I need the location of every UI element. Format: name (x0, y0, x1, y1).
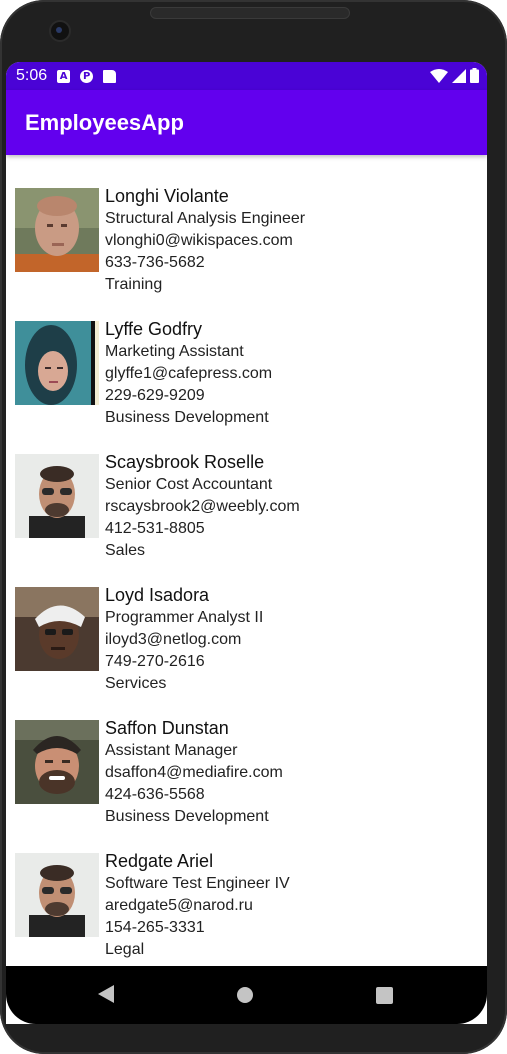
employee-name: Redgate Ariel (105, 853, 214, 871)
employee-avatar (15, 188, 99, 272)
list-item-employee[interactable]: Loyd Isadora Programmer Analyst II iloyd… (6, 587, 487, 697)
list-item-employee[interactable]: Redgate Ariel Software Test Engineer IV … (6, 853, 487, 963)
employee-department: Business Development (105, 808, 269, 825)
employee-avatar (15, 853, 99, 937)
employee-phone: 749-270-2616 (105, 653, 205, 670)
employee-info: Loyd Isadora Programmer Analyst II iloyd… (105, 587, 475, 695)
employee-department: Legal (105, 941, 145, 958)
app-title: EmployeesApp (25, 109, 184, 135)
employee-department: Sales (105, 542, 146, 559)
employee-avatar (15, 454, 99, 538)
wifi-icon (430, 68, 448, 83)
employee-info: Lyffe Godfry Marketing Assistant glyffe1… (105, 321, 475, 429)
employee-name: Lyffe Godfry (105, 321, 203, 339)
employee-list[interactable]: Longhi Violante Structural Analysis Engi… (6, 155, 487, 967)
employee-email: iloyd3@netlog.com (105, 631, 242, 648)
employee-info: Saffon Dunstan Assistant Manager dsaffon… (105, 720, 475, 828)
employee-department: Services (105, 675, 167, 692)
sd-card-icon (103, 69, 117, 83)
employee-info: Longhi Violante Structural Analysis Engi… (105, 188, 475, 296)
employee-email: rscaysbrook2@weebly.com (105, 498, 300, 515)
signal-icon (452, 68, 466, 83)
employee-phone: 633-736-5682 (105, 254, 205, 271)
employee-phone: 154-265-3331 (105, 919, 205, 936)
employee-avatar (15, 321, 99, 405)
employee-title: Assistant Manager (105, 742, 238, 759)
device-camera (51, 22, 69, 40)
employee-title: Senior Cost Accountant (105, 476, 273, 493)
employee-title: Structural Analysis Engineer (105, 210, 306, 227)
app-bar: EmployeesApp (6, 90, 487, 155)
status-bar: 5:06 A P (6, 62, 487, 90)
home-icon[interactable] (237, 987, 253, 1003)
employee-department: Training (105, 276, 163, 293)
p-icon: P (80, 69, 94, 83)
employee-name: Scaysbrook Roselle (105, 454, 265, 472)
employee-title: Software Test Engineer IV (105, 875, 290, 892)
employee-info: Redgate Ariel Software Test Engineer IV … (105, 853, 475, 961)
employee-title: Programmer Analyst II (105, 609, 264, 626)
navigation-bar (6, 966, 487, 1024)
battery-icon (470, 68, 479, 83)
employee-title: Marketing Assistant (105, 343, 244, 360)
back-icon[interactable] (98, 985, 114, 1003)
status-time: 5:06 (16, 67, 48, 84)
list-item-employee[interactable]: Longhi Violante Structural Analysis Engi… (6, 188, 487, 298)
employee-email: glyffe1@cafepress.com (105, 365, 273, 382)
employee-avatar (15, 720, 99, 804)
employee-email: dsaffon4@mediafire.com (105, 764, 283, 781)
employee-info: Scaysbrook Roselle Senior Cost Accountan… (105, 454, 475, 562)
employee-avatar (15, 587, 99, 671)
employee-phone: 229-629-9209 (105, 387, 205, 404)
employee-email: aredgate5@narod.ru (105, 897, 253, 914)
employee-name: Loyd Isadora (105, 587, 210, 605)
status-right-icons (430, 68, 479, 83)
a-icon: A (57, 69, 71, 83)
device-speaker (150, 7, 350, 19)
screen: 5:06 A P EmployeesApp Longhi Violante St… (6, 62, 487, 1024)
employee-email: vlonghi0@wikispaces.com (105, 232, 293, 249)
employee-name: Saffon Dunstan (105, 720, 229, 738)
employee-phone: 412-531-8805 (105, 520, 205, 537)
employee-name: Longhi Violante (105, 188, 229, 206)
employee-department: Business Development (105, 409, 269, 426)
employee-phone: 424-636-5568 (105, 786, 205, 803)
list-item-employee[interactable]: Saffon Dunstan Assistant Manager dsaffon… (6, 720, 487, 830)
recents-icon[interactable] (376, 987, 393, 1004)
list-item-employee[interactable]: Scaysbrook Roselle Senior Cost Accountan… (6, 454, 487, 564)
list-item-employee[interactable]: Lyffe Godfry Marketing Assistant glyffe1… (6, 321, 487, 431)
